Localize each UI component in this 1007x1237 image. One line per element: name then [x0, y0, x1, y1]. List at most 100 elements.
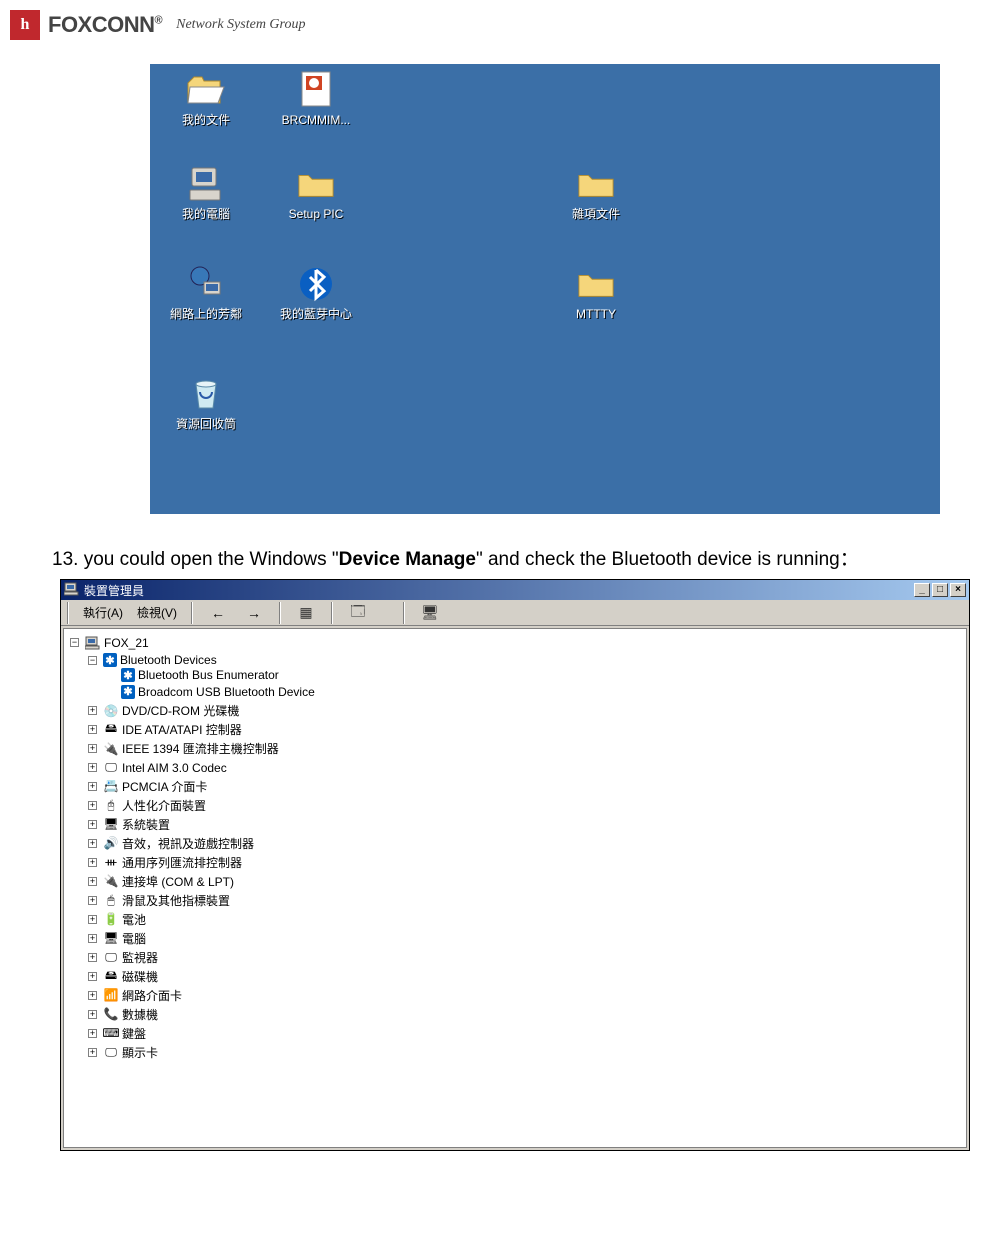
- tree-dvd[interactable]: +💿DVD/CD-ROM 光碟機: [88, 702, 239, 719]
- desktop-icon-mttty[interactable]: MTTTY: [550, 264, 642, 321]
- tree-display-adapters[interactable]: +🖵顯示卡: [88, 1044, 158, 1061]
- tree-node-label: 鍵盤: [122, 1025, 146, 1042]
- tree-node-label: 電腦: [122, 930, 146, 947]
- menu-toolbar: 執行(A) 檢視(V) ← → ▦ 🗔 🖥: [61, 600, 969, 626]
- desktop-icon-recycle-bin[interactable]: 資源回收筒: [160, 374, 252, 431]
- desktop-icon-misc-files[interactable]: 雜項文件: [550, 164, 642, 221]
- window-titlebar[interactable]: 裝置管理員 _ □ ×: [61, 580, 969, 600]
- expand-icon[interactable]: +: [88, 858, 97, 867]
- nav-forward-button[interactable]: →: [243, 602, 265, 624]
- tree-node-label: 連接埠 (COM & LPT): [122, 873, 234, 890]
- tree-node-label: 系統裝置: [122, 816, 170, 833]
- tree-disk-drives[interactable]: +🖴磁碟機: [88, 968, 158, 985]
- display-adapter-icon: 🖵: [103, 1044, 119, 1060]
- collapse-icon[interactable]: −: [70, 638, 79, 647]
- pcmcia-icon: 📇: [103, 778, 119, 794]
- computer-icon: [186, 164, 226, 204]
- desktop-icon-label: 網路上的芳鄰: [160, 307, 252, 321]
- instruction-text: 13. you could open the Windows "Device M…: [52, 544, 997, 571]
- desktop-icon-brcmmim[interactable]: BRCMMIM...: [270, 70, 362, 127]
- tree-network-adapters[interactable]: +📶網路介面卡: [88, 987, 182, 1004]
- expand-icon[interactable]: +: [88, 934, 97, 943]
- expand-icon[interactable]: +: [88, 915, 97, 924]
- tree-node-label: Intel AIM 3.0 Codec: [122, 761, 227, 775]
- tree-battery[interactable]: +🔋電池: [88, 911, 146, 928]
- bluetooth-icon: ✱: [103, 653, 117, 667]
- maximize-button[interactable]: □: [932, 583, 948, 597]
- folder-icon: [296, 164, 336, 204]
- computer-icon: [85, 635, 101, 651]
- tree-system-devices[interactable]: +🖥系統裝置: [88, 816, 170, 833]
- desktop-icon-label: Setup PIC: [270, 207, 362, 221]
- desktop-icon-label: 資源回收筒: [160, 417, 252, 431]
- tree-node-label: DVD/CD-ROM 光碟機: [122, 702, 239, 719]
- nav-back-button[interactable]: ←: [207, 602, 229, 624]
- expand-icon[interactable]: +: [88, 763, 97, 772]
- tree-node-label: 網路介面卡: [122, 987, 182, 1004]
- desktop-icon-my-documents[interactable]: 我的文件: [160, 70, 252, 127]
- computer-icon: 🖥: [103, 930, 119, 946]
- network-places-icon: [186, 264, 226, 304]
- expand-icon[interactable]: +: [88, 744, 97, 753]
- expand-icon[interactable]: +: [88, 706, 97, 715]
- recycle-bin-icon: [186, 374, 226, 414]
- tree-monitor[interactable]: +🖵監視器: [88, 949, 158, 966]
- tree-modems[interactable]: +📞數據機: [88, 1006, 158, 1023]
- toolbar-scan-button[interactable]: 🖥: [419, 602, 441, 624]
- menu-action[interactable]: 執行(A): [83, 604, 123, 621]
- expand-icon[interactable]: +: [88, 877, 97, 886]
- expand-icon[interactable]: +: [88, 972, 97, 981]
- expand-icon[interactable]: +: [88, 839, 97, 848]
- expand-icon[interactable]: +: [88, 782, 97, 791]
- desktop-icon-label: 雜項文件: [550, 207, 642, 221]
- hid-icon: 🖰: [103, 797, 119, 813]
- tree-sound[interactable]: +🔊音效，視訊及遊戲控制器: [88, 835, 254, 852]
- desktop-icon-my-computer[interactable]: 我的電腦: [160, 164, 252, 221]
- expand-icon[interactable]: +: [88, 1010, 97, 1019]
- logo-mark-icon: h: [10, 10, 40, 40]
- brand-header: h FOXCONN® Network System Group: [10, 10, 997, 44]
- window-title: 裝置管理員: [84, 582, 144, 599]
- sound-icon: 🔊: [103, 835, 119, 851]
- tree-usb[interactable]: +ᚒ通用序列匯流排控制器: [88, 854, 242, 871]
- bluetooth-icon: [296, 264, 336, 304]
- expand-icon[interactable]: +: [88, 1048, 97, 1057]
- expand-icon[interactable]: +: [88, 953, 97, 962]
- battery-icon: 🔋: [103, 911, 119, 927]
- toolbar-refresh-button[interactable]: 🗔: [347, 602, 369, 624]
- keyboard-icon: ⌨: [103, 1025, 119, 1041]
- tree-ide[interactable]: +🖴IDE ATA/ATAPI 控制器: [88, 721, 242, 738]
- tree-bt-broadcom[interactable]: ✱ Broadcom USB Bluetooth Device: [106, 685, 315, 699]
- desktop-icon-network-places[interactable]: 網路上的芳鄰: [160, 264, 252, 321]
- expand-icon[interactable]: +: [88, 820, 97, 829]
- tree-computer[interactable]: + 🖥電腦: [88, 930, 146, 947]
- expand-icon[interactable]: +: [88, 1029, 97, 1038]
- tree-root[interactable]: − FOX_21: [70, 635, 149, 651]
- tree-node-label: PCMCIA 介面卡: [122, 778, 207, 795]
- toolbar-properties-button[interactable]: ▦: [295, 602, 317, 624]
- desktop-icon-my-bluetooth[interactable]: 我的藍芽中心: [270, 264, 362, 321]
- expand-icon[interactable]: +: [88, 991, 97, 1000]
- expand-icon[interactable]: +: [88, 896, 97, 905]
- tree-hid[interactable]: +🖰人性化介面裝置: [88, 797, 206, 814]
- folder-open-icon: [186, 70, 226, 110]
- minimize-button[interactable]: _: [914, 583, 930, 597]
- tree-bluetooth-devices[interactable]: − ✱ Bluetooth Devices: [88, 653, 217, 667]
- menu-view[interactable]: 檢視(V): [137, 604, 177, 621]
- mouse-icon: 🖱: [103, 892, 119, 908]
- desktop-icon-label: 我的文件: [160, 113, 252, 127]
- tree-ieee1394[interactable]: +🔌IEEE 1394 匯流排主機控制器: [88, 740, 279, 757]
- tree-mouse[interactable]: +🖱滑鼠及其他指標裝置: [88, 892, 230, 909]
- expand-icon[interactable]: +: [88, 801, 97, 810]
- tree-intel-aim[interactable]: +🖵Intel AIM 3.0 Codec: [88, 760, 227, 776]
- expand-icon[interactable]: +: [88, 725, 97, 734]
- close-button[interactable]: ×: [950, 583, 966, 597]
- desktop-icon-setup-pic[interactable]: Setup PIC: [270, 164, 362, 221]
- tree-ports[interactable]: +🔌連接埠 (COM & LPT): [88, 873, 234, 890]
- tree-keyboards[interactable]: + ⌨鍵盤: [88, 1025, 146, 1042]
- tree-bt-bus-enumerator[interactable]: ✱ Bluetooth Bus Enumerator: [106, 668, 279, 682]
- desktop-icon-label: 我的電腦: [160, 207, 252, 221]
- tree-pcmcia[interactable]: + 📇PCMCIA 介面卡: [88, 778, 207, 795]
- collapse-icon[interactable]: −: [88, 656, 97, 665]
- firewire-icon: 🔌: [103, 741, 119, 757]
